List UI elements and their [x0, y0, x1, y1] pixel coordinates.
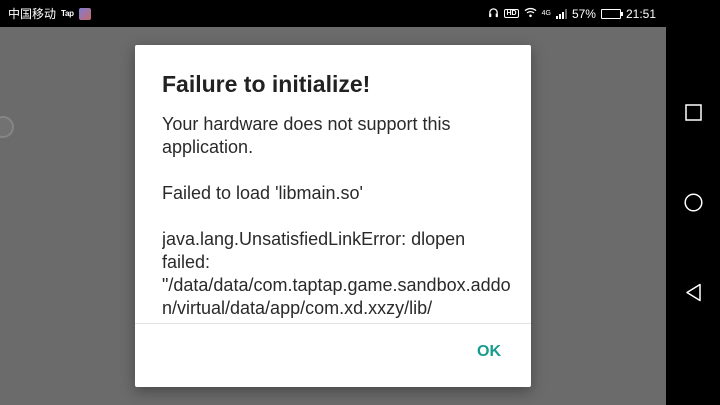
status-bar: 中国移动 Tap HD 4G 57% 21:51 [0, 0, 666, 27]
wifi-icon [524, 7, 537, 21]
exception-message: java.lang.UnsatisfiedLinkError: dlopen f… [162, 229, 511, 318]
recent-apps-button[interactable] [683, 103, 703, 123]
background-floating-icon [0, 116, 14, 138]
error-dialog: Failure to initialize! Your hardware doe… [135, 45, 531, 387]
hardware-message: Your hardware does not support this appl… [162, 114, 451, 157]
taptap-badge: Tap [61, 9, 74, 18]
hd-icon: HD [504, 9, 519, 18]
clock-label: 21:51 [625, 6, 656, 21]
battery-percent-label: 57% [571, 6, 596, 21]
circle-icon [683, 193, 703, 212]
signal-strength-icon [555, 8, 567, 19]
headphones-icon [488, 7, 499, 21]
carrier-label: 中国移动 [8, 7, 57, 21]
screen: 中国移动 Tap HD 4G 57% 21:51 Failure to init… [0, 0, 720, 405]
square-icon [684, 104, 702, 121]
navigation-bar [666, 0, 720, 405]
dialog-divider [135, 323, 531, 324]
load-error-message: Failed to load 'libmain.so' [162, 183, 363, 203]
ok-button[interactable]: OK [477, 343, 501, 361]
battery-icon [600, 8, 623, 19]
dialog-message-scroll[interactable]: Your hardware does not support this appl… [162, 113, 512, 323]
status-left: 中国移动 Tap [8, 5, 91, 22]
home-button[interactable] [683, 193, 703, 213]
network-type-label: 4G [541, 10, 551, 17]
status-right: HD 4G 57% 21:51 [488, 7, 656, 21]
back-button[interactable] [683, 283, 703, 303]
triangle-back-icon [685, 283, 701, 302]
dialog-title: Failure to initialize! [162, 71, 371, 97]
app-notification-icon [78, 7, 91, 20]
